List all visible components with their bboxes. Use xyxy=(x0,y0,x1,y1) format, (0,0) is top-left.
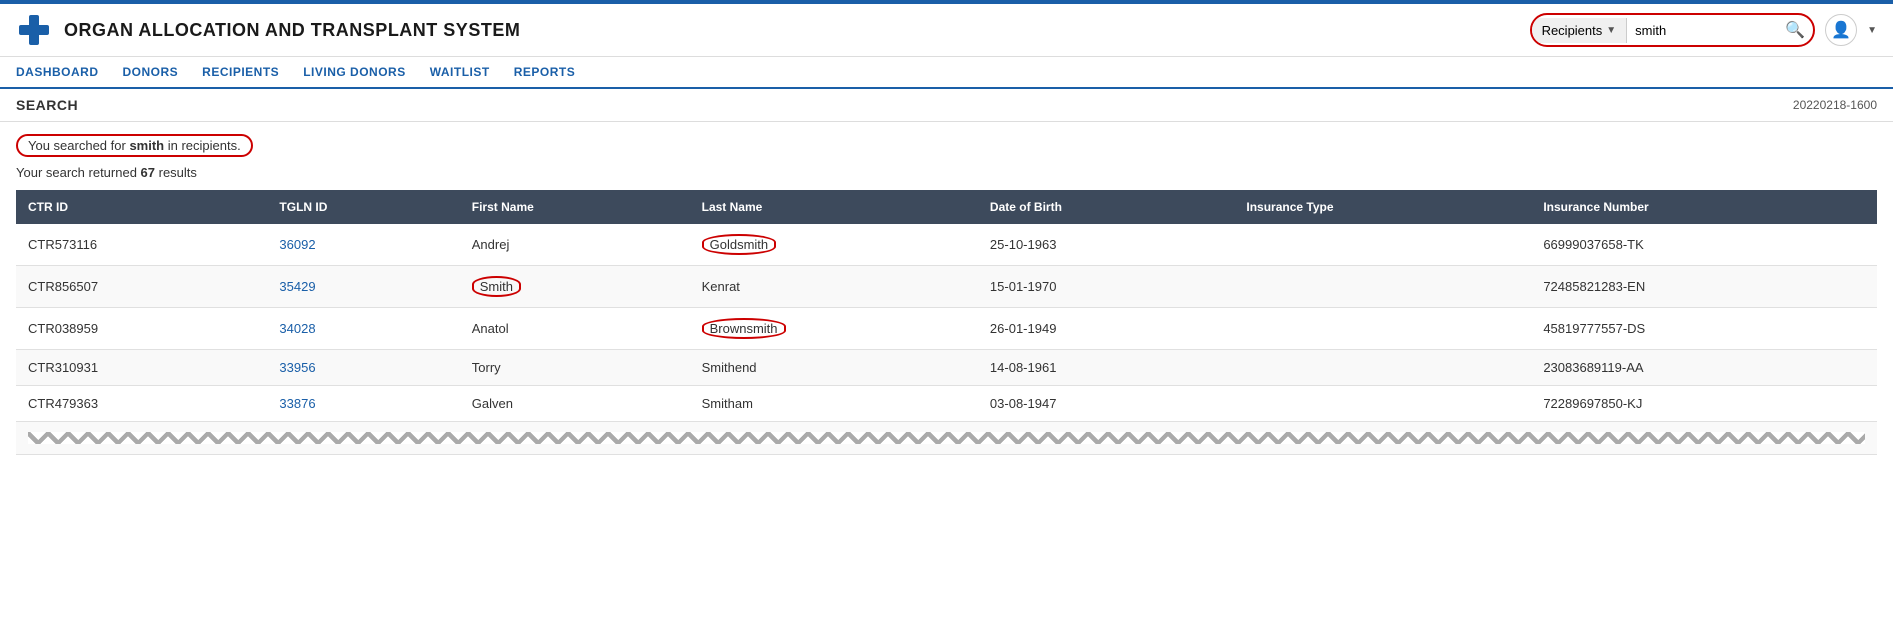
cell-first-name: Galven xyxy=(460,386,690,422)
results-count: Your search returned 67 results xyxy=(0,161,1893,190)
tgln-id-link[interactable]: 34028 xyxy=(279,321,315,336)
cell-tgln-id: 33876 xyxy=(267,386,459,422)
cell-dob: 03-08-1947 xyxy=(978,386,1234,422)
search-query-bold: smith xyxy=(129,138,164,153)
search-info-text: You searched for smith in recipients. xyxy=(16,134,253,157)
cell-tgln-id: 36092 xyxy=(267,224,459,266)
page-title: SEARCH xyxy=(16,97,78,113)
user-chevron-icon: ▼ xyxy=(1867,25,1877,36)
table-row: CTR038959 34028 Anatol Brownsmith 26-01-1949… xyxy=(16,308,1877,350)
nav-dashboard[interactable]: DASHBOARD xyxy=(16,57,99,87)
results-count-value: 67 xyxy=(141,165,155,180)
nav-waitlist[interactable]: WAITLIST xyxy=(430,57,490,87)
search-button[interactable]: 🔍 xyxy=(1777,15,1813,45)
user-icon: 👤 xyxy=(1831,20,1851,40)
cell-ctr-id: CTR856507 xyxy=(16,266,267,308)
search-category-label: Recipients xyxy=(1542,23,1603,38)
tgln-id-link[interactable]: 33876 xyxy=(279,396,315,411)
cell-insurance-type xyxy=(1234,308,1531,350)
cell-first-name: Torry xyxy=(460,350,690,386)
cell-insurance-number: 72289697850-KJ xyxy=(1531,386,1877,422)
chevron-down-icon: ▼ xyxy=(1606,25,1616,36)
cell-insurance-type xyxy=(1234,350,1531,386)
col-header-dob: Date of Birth xyxy=(978,190,1234,224)
search-icon: 🔍 xyxy=(1785,22,1805,39)
nav-recipients[interactable]: RECIPIENTS xyxy=(202,57,279,87)
cell-insurance-type xyxy=(1234,224,1531,266)
col-header-tgln-id: TGLN ID xyxy=(267,190,459,224)
highlighted-first-name: Smith xyxy=(472,276,521,297)
col-header-last-name: Last Name xyxy=(690,190,978,224)
user-menu-button[interactable]: 👤 xyxy=(1825,14,1857,46)
cell-insurance-number: 66999037658-TK xyxy=(1531,224,1877,266)
results-table: CTR ID TGLN ID First Name Last Name Date… xyxy=(16,190,1877,455)
nav-living-donors[interactable]: LIVING DONORS xyxy=(303,57,406,87)
cell-insurance-type xyxy=(1234,266,1531,308)
cell-insurance-number: 45819777557-DS xyxy=(1531,308,1877,350)
cell-dob: 14-08-1961 xyxy=(978,350,1234,386)
cell-tgln-id: 35429 xyxy=(267,266,459,308)
cell-last-name: Goldsmith xyxy=(690,224,978,266)
cell-ctr-id: CTR573116 xyxy=(16,224,267,266)
search-category-button[interactable]: Recipients ▼ xyxy=(1532,18,1628,43)
table-scroll-indicator xyxy=(16,422,1877,455)
highlighted-last-name: Brownsmith xyxy=(702,318,786,339)
col-header-ctr-id: CTR ID xyxy=(16,190,267,224)
header-right: Recipients ▼ 🔍 👤 ▼ xyxy=(1530,13,1877,47)
navigation: DASHBOARD DONORS RECIPIENTS LIVING DONOR… xyxy=(0,57,1893,89)
cell-dob: 26-01-1949 xyxy=(978,308,1234,350)
cell-insurance-number: 72485821283-EN xyxy=(1531,266,1877,308)
col-header-insurance-number: Insurance Number xyxy=(1531,190,1877,224)
cell-insurance-type xyxy=(1234,386,1531,422)
logo-icon xyxy=(16,12,52,48)
table-header-row: CTR ID TGLN ID First Name Last Name Date… xyxy=(16,190,1877,224)
cell-dob: 15-01-1970 xyxy=(978,266,1234,308)
tgln-id-link[interactable]: 33956 xyxy=(279,360,315,375)
highlighted-last-name: Goldsmith xyxy=(702,234,777,255)
nav-donors[interactable]: DONORS xyxy=(123,57,179,87)
page-timestamp: 20220218-1600 xyxy=(1793,98,1877,112)
cell-dob: 25-10-1963 xyxy=(978,224,1234,266)
cell-ctr-id: CTR479363 xyxy=(16,386,267,422)
table-row: CTR479363 33876 GalvenSmitham03-08-1947 722… xyxy=(16,386,1877,422)
table-row: CTR856507 35429 Smith Kenrat15-01-1970 72485… xyxy=(16,266,1877,308)
cell-first-name: Andrej xyxy=(460,224,690,266)
search-bar: Recipients ▼ 🔍 xyxy=(1530,13,1816,47)
col-header-insurance-type: Insurance Type xyxy=(1234,190,1531,224)
cell-last-name: Smitham xyxy=(690,386,978,422)
results-table-wrapper: CTR ID TGLN ID First Name Last Name Date… xyxy=(0,190,1893,471)
col-header-first-name: First Name xyxy=(460,190,690,224)
table-row: CTR573116 36092 Andrej Goldsmith 25-10-1963 6… xyxy=(16,224,1877,266)
tgln-id-link[interactable]: 36092 xyxy=(279,237,315,252)
search-input[interactable] xyxy=(1627,18,1777,43)
cell-last-name: Brownsmith xyxy=(690,308,978,350)
cell-last-name: Kenrat xyxy=(690,266,978,308)
nav-reports[interactable]: REPORTS xyxy=(514,57,576,87)
cell-tgln-id: 34028 xyxy=(267,308,459,350)
table-row: CTR310931 33956 TorrySmithend14-08-1961 230… xyxy=(16,350,1877,386)
cell-tgln-id: 33956 xyxy=(267,350,459,386)
cell-first-name: Smith xyxy=(460,266,690,308)
page-header: SEARCH 20220218-1600 xyxy=(0,89,1893,122)
cell-insurance-number: 23083689119-AA xyxy=(1531,350,1877,386)
cell-ctr-id: CTR038959 xyxy=(16,308,267,350)
header: ORGAN ALLOCATION AND TRANSPLANT SYSTEM R… xyxy=(0,4,1893,57)
header-left: ORGAN ALLOCATION AND TRANSPLANT SYSTEM xyxy=(16,12,520,48)
cell-first-name: Anatol xyxy=(460,308,690,350)
cell-ctr-id: CTR310931 xyxy=(16,350,267,386)
cell-last-name: Smithend xyxy=(690,350,978,386)
tgln-id-link[interactable]: 35429 xyxy=(279,279,315,294)
search-info: You searched for smith in recipients. xyxy=(0,122,1893,161)
app-title: ORGAN ALLOCATION AND TRANSPLANT SYSTEM xyxy=(64,20,520,41)
